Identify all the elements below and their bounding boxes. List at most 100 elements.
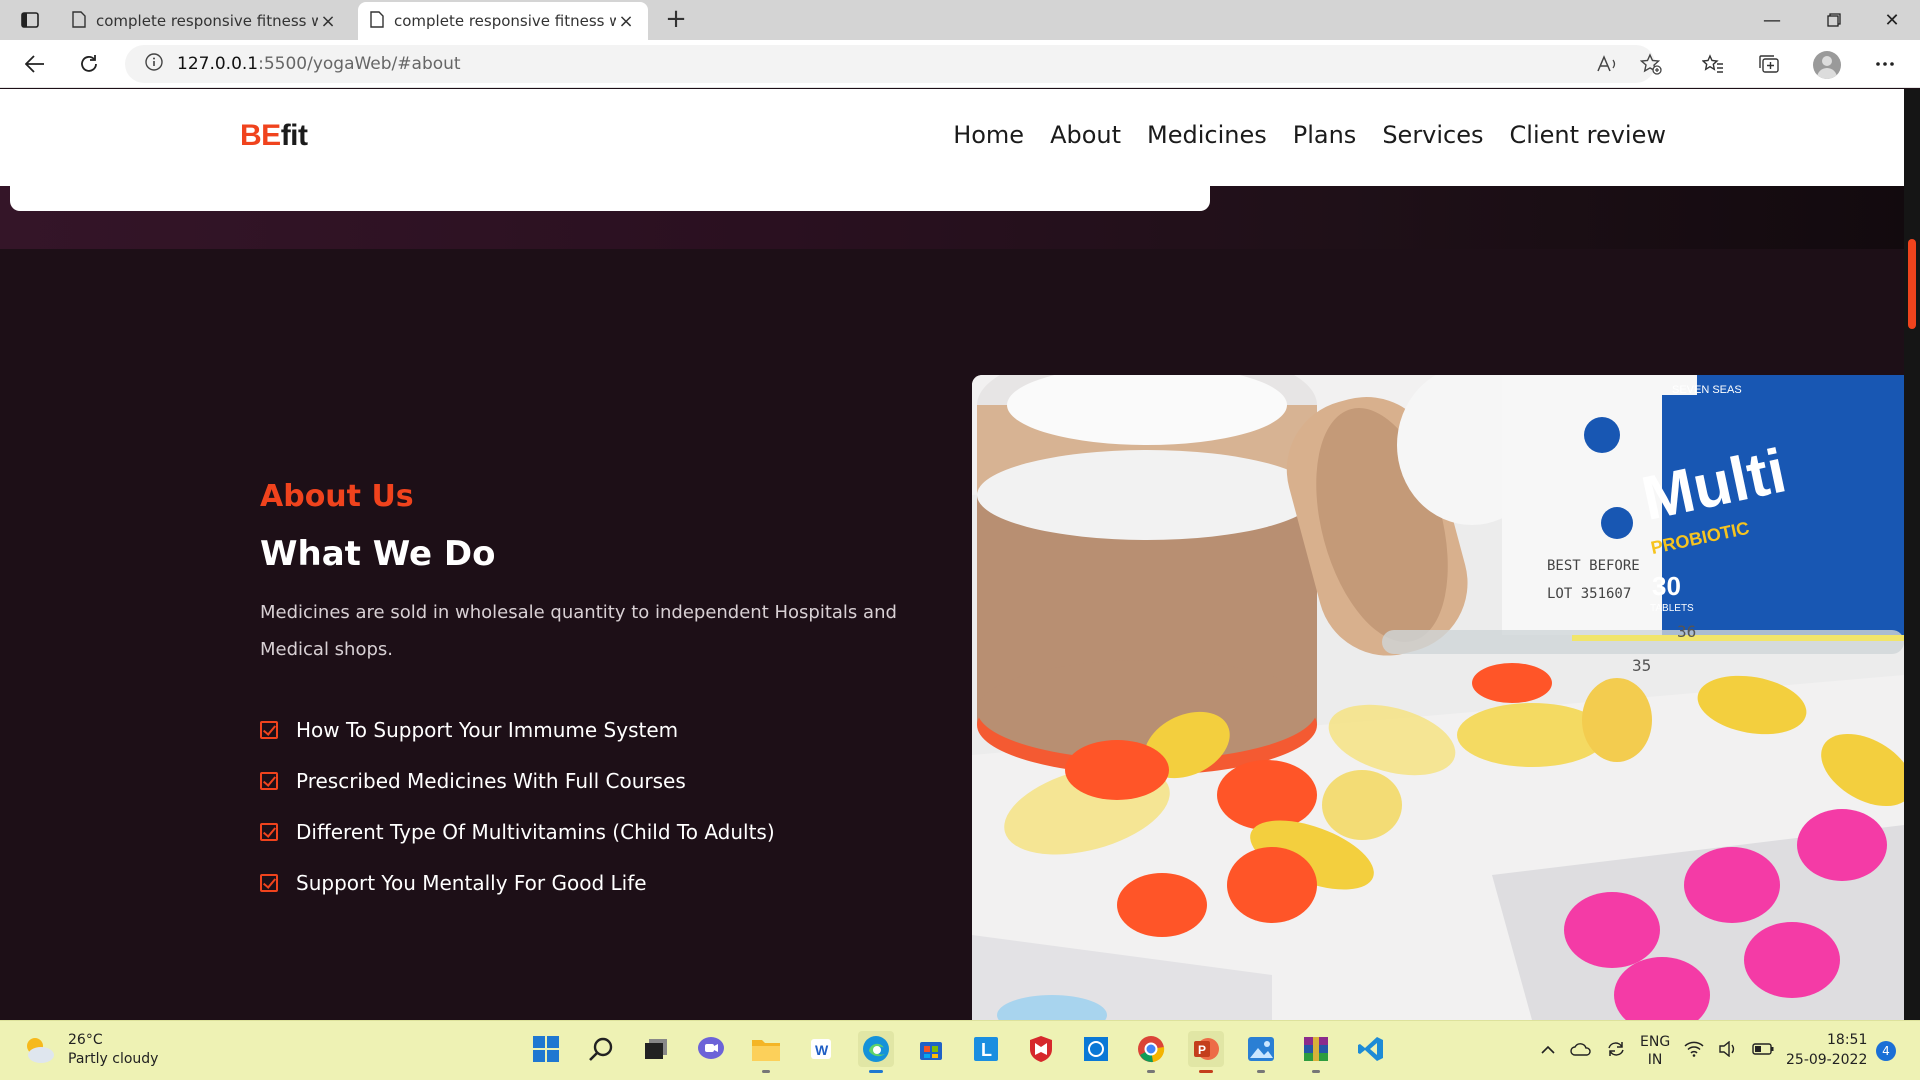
address-bar-input[interactable]: 127.0.0.1:5500/yogaWeb/#about <box>125 45 1655 83</box>
language-indicator[interactable]: ENG IN <box>1640 1033 1670 1069</box>
nav-about[interactable]: About <box>1050 121 1121 149</box>
about-description: Medicines are sold in wholesale quantity… <box>260 602 897 660</box>
edge-icon[interactable] <box>858 1031 894 1073</box>
favorites-icon[interactable] <box>1696 48 1730 80</box>
weather-temp: 26°C <box>68 1032 103 1048</box>
word-app-icon[interactable]: W <box>803 1031 839 1067</box>
browser-toolbar: 127.0.0.1:5500/yogaWeb/#about <box>0 40 1920 88</box>
taskbar-apps: W L P <box>528 1031 1389 1073</box>
about-section: About Us What We Do Medicines are sold i… <box>0 249 1904 1020</box>
list-item: Support You Mentally For Good Life <box>260 857 775 908</box>
app-square-icon[interactable] <box>1078 1031 1114 1067</box>
close-window-icon[interactable]: ✕ <box>1864 0 1920 40</box>
about-subtitle: About Us <box>260 479 414 514</box>
bottle-best-before-text: BEST BEFORE <box>1547 558 1640 574</box>
back-icon[interactable] <box>18 48 52 80</box>
chevron-up-icon[interactable] <box>1540 1043 1556 1059</box>
clock-time: 18:51 <box>1827 1032 1868 1048</box>
logo-accent: BE <box>240 119 281 152</box>
svg-text:L: L <box>981 1040 992 1060</box>
tab-title: complete responsive fitness web <box>96 12 318 30</box>
partly-cloudy-icon <box>22 1033 56 1067</box>
thermometer-35-text: 35 <box>1632 656 1651 675</box>
lang-bottom: IN <box>1647 1052 1663 1068</box>
sync-icon[interactable] <box>1606 1039 1626 1063</box>
site-logo[interactable]: BEfit <box>240 119 308 153</box>
close-icon[interactable]: × <box>318 11 338 32</box>
mcafee-icon[interactable] <box>1023 1031 1059 1067</box>
about-list: How To Support Your Immume System Prescr… <box>260 704 775 908</box>
checkbox-icon <box>260 771 278 790</box>
bottle-count-text: 30 <box>1652 571 1681 601</box>
collections-icon[interactable] <box>1752 48 1786 80</box>
nav-medicines[interactable]: Medicines <box>1147 121 1267 149</box>
running-indicator <box>869 1070 883 1073</box>
chat-icon[interactable] <box>693 1031 729 1067</box>
refresh-icon[interactable] <box>72 48 106 80</box>
volume-icon[interactable] <box>1718 1040 1738 1061</box>
store-icon[interactable] <box>913 1031 949 1067</box>
weather-widget[interactable]: 26°C Partly cloudy <box>22 1031 158 1069</box>
checkbox-icon <box>260 822 278 841</box>
url-text: 127.0.0.1:5500/yogaWeb/#about <box>177 54 461 74</box>
logo-rest: fit <box>280 119 308 152</box>
checkbox-icon <box>260 720 278 739</box>
nav-plans[interactable]: Plans <box>1293 121 1357 149</box>
nav-home[interactable]: Home <box>953 121 1024 149</box>
svg-text:W: W <box>815 1042 829 1058</box>
tab-actions-icon[interactable] <box>10 6 50 34</box>
task-view-icon[interactable] <box>638 1031 674 1067</box>
more-options-icon[interactable] <box>1868 48 1902 80</box>
page-icon <box>370 10 384 32</box>
file-explorer-icon[interactable] <box>748 1031 784 1073</box>
photos-icon[interactable] <box>1243 1031 1279 1073</box>
battery-icon[interactable] <box>1752 1043 1774 1059</box>
thermometer-36-text: 36 <box>1677 622 1696 641</box>
add-favorite-icon[interactable] <box>1634 48 1668 80</box>
checkbox-icon <box>260 873 278 892</box>
scrollbar-thumb[interactable] <box>1908 239 1916 329</box>
web-page: BEfit Home About Medicines Plans Service… <box>0 89 1920 1020</box>
powerpoint-icon[interactable]: P <box>1188 1031 1224 1073</box>
minimize-icon[interactable]: — <box>1744 0 1800 40</box>
taskbar: 26°C Partly cloudy W L P ENG IN 18:51 25… <box>0 1020 1920 1080</box>
weather-desc: Partly cloudy <box>68 1051 159 1067</box>
url-path: :5500/yogaWeb/#about <box>258 54 461 74</box>
restore-icon[interactable] <box>1806 0 1862 40</box>
wifi-icon[interactable] <box>1684 1041 1704 1061</box>
clock-date: 25-09-2022 <box>1786 1052 1868 1068</box>
browser-tab-2[interactable]: complete responsive fitness web × <box>358 2 648 40</box>
onedrive-icon[interactable] <box>1570 1042 1592 1060</box>
start-icon[interactable] <box>528 1031 564 1067</box>
site-header: BEfit Home About Medicines Plans Service… <box>0 89 1904 186</box>
page-scrollbar[interactable] <box>1904 89 1920 1020</box>
list-item: How To Support Your Immume System <box>260 704 775 755</box>
vscode-icon[interactable] <box>1353 1031 1389 1067</box>
system-tray: ENG IN <box>1540 1033 1774 1069</box>
running-indicator <box>1147 1070 1155 1073</box>
profile-avatar[interactable] <box>1813 51 1841 79</box>
notification-badge[interactable]: 4 <box>1876 1041 1896 1061</box>
browser-tab-strip: complete responsive fitness web × comple… <box>0 0 1920 40</box>
info-icon[interactable] <box>145 52 163 76</box>
nav-services[interactable]: Services <box>1382 121 1483 149</box>
search-icon[interactable] <box>583 1031 619 1067</box>
close-icon[interactable]: × <box>616 11 636 32</box>
browser-tab-1[interactable]: complete responsive fitness web × <box>60 2 350 40</box>
read-aloud-icon[interactable] <box>1590 48 1624 80</box>
list-item-text: Different Type Of Multivitamins (Child T… <box>296 819 775 844</box>
winrar-icon[interactable] <box>1298 1031 1334 1073</box>
list-item: Different Type Of Multivitamins (Child T… <box>260 806 775 857</box>
about-title: What We Do <box>260 534 496 574</box>
l-app-icon[interactable]: L <box>968 1031 1004 1067</box>
bottle-tablets-text: TABLETS <box>1650 603 1694 614</box>
list-item-text: Support You Mentally For Good Life <box>296 870 647 895</box>
svg-text:P: P <box>1198 1043 1206 1057</box>
clock[interactable]: 18:51 25-09-2022 <box>1786 1030 1867 1070</box>
nav-client-review[interactable]: Client review <box>1510 121 1666 149</box>
running-indicator <box>762 1070 770 1073</box>
list-item: Prescribed Medicines With Full Courses <box>260 755 775 806</box>
url-host: 127.0.0.1 <box>177 54 259 74</box>
chrome-icon[interactable] <box>1133 1031 1169 1073</box>
new-tab-icon[interactable]: + <box>662 6 690 34</box>
